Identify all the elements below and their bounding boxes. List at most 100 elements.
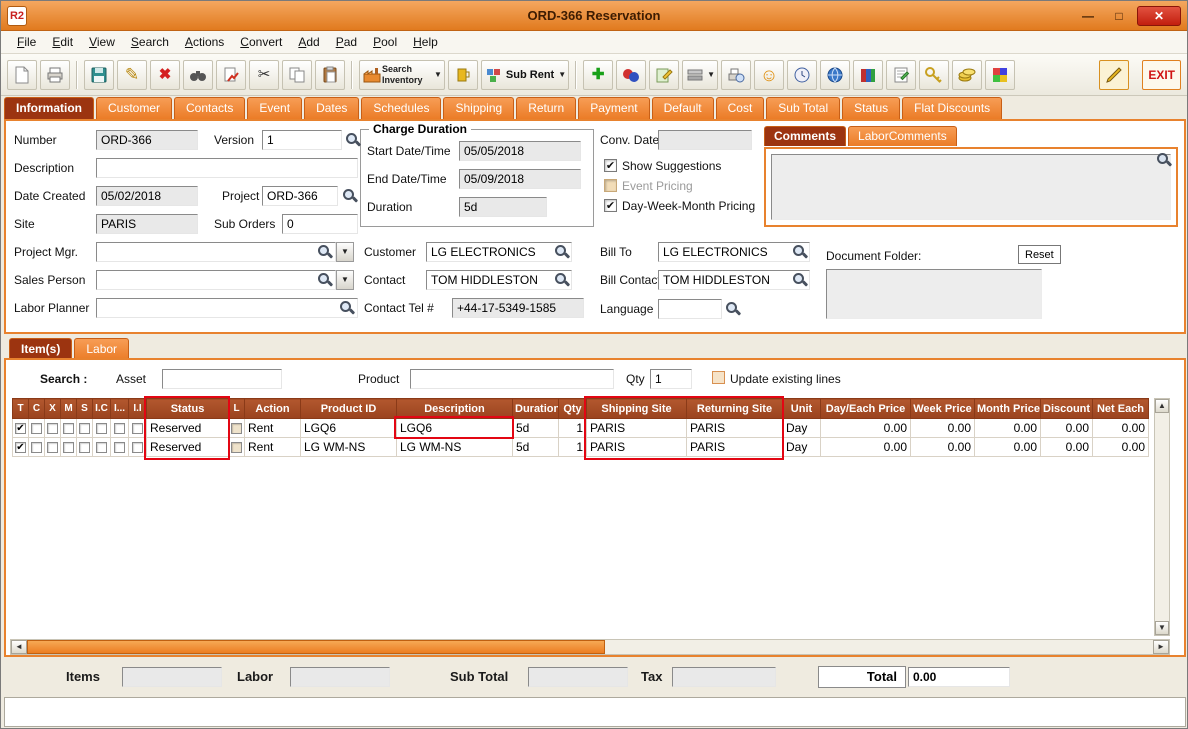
comments-textarea[interactable] xyxy=(771,154,1171,220)
scroll-up-button[interactable]: ▲ xyxy=(1155,399,1169,413)
row-checkbox[interactable] xyxy=(114,423,125,435)
version-search-icon[interactable] xyxy=(345,132,361,148)
menu-add[interactable]: Add xyxy=(290,32,327,52)
language-field[interactable] xyxy=(658,299,722,319)
tab-event[interactable]: Event xyxy=(247,97,303,119)
paste-button[interactable] xyxy=(315,59,345,90)
qty-cell[interactable]: 1 xyxy=(558,418,587,438)
menu-actions[interactable]: Actions xyxy=(177,32,232,52)
bill-contact-field[interactable]: TOM HIDDLESTON xyxy=(658,270,810,290)
row-select-checkbox[interactable]: ✔ xyxy=(15,423,26,435)
tab-comments[interactable]: Comments xyxy=(764,126,847,146)
tab-schedules[interactable]: Schedules xyxy=(361,97,442,119)
row-checkbox[interactable] xyxy=(132,423,143,435)
tab-labor-comments[interactable]: LaborComments xyxy=(848,126,957,146)
show-suggestions-checkbox[interactable]: ✔ xyxy=(604,159,617,172)
action-cell[interactable]: Rent xyxy=(244,418,301,438)
qty-cell[interactable]: 1 xyxy=(558,437,587,457)
description-cell[interactable]: LGQ6 xyxy=(396,418,513,438)
action-cell[interactable]: Rent xyxy=(244,437,301,457)
tab-items[interactable]: Item(s) xyxy=(9,338,73,360)
row-checkbox[interactable] xyxy=(79,423,90,435)
tab-status[interactable]: Status xyxy=(842,97,901,119)
language-search-icon[interactable] xyxy=(725,301,741,317)
tab-default[interactable]: Default xyxy=(651,97,714,119)
status-cell[interactable]: Reserved xyxy=(146,418,229,438)
status-cell[interactable]: Reserved xyxy=(146,437,229,457)
project-field[interactable]: ORD-366 xyxy=(262,186,338,206)
month-price-cell[interactable]: 0.00 xyxy=(974,437,1041,457)
row-select-checkbox[interactable]: ✔ xyxy=(15,442,26,454)
tab-sub-total[interactable]: Sub Total xyxy=(766,97,841,119)
product-input[interactable] xyxy=(410,369,614,389)
menu-pool[interactable]: Pool xyxy=(365,32,405,52)
menu-search[interactable]: Search xyxy=(123,32,177,52)
cut-button[interactable]: ✂ xyxy=(249,59,279,90)
customer-field[interactable]: LG ELECTRONICS xyxy=(426,242,572,262)
bill-to-search-icon[interactable] xyxy=(792,244,808,260)
unit-cell[interactable]: Day xyxy=(782,418,821,438)
row-checkbox[interactable] xyxy=(31,442,42,454)
description-cell[interactable]: LG WM-NS xyxy=(396,437,513,457)
sales-person-search-icon[interactable] xyxy=(317,272,333,288)
shipping-site-cell[interactable]: PARIS xyxy=(586,418,687,438)
unit-cell[interactable]: Day xyxy=(782,437,821,457)
horizontal-scroll-thumb[interactable] xyxy=(27,640,605,654)
save-button[interactable] xyxy=(84,59,114,90)
row-checkbox[interactable] xyxy=(47,442,58,454)
history-clock-button[interactable] xyxy=(787,59,818,90)
l-checkbox[interactable] xyxy=(231,423,242,435)
sales-person-field[interactable] xyxy=(96,270,336,290)
media-button[interactable]: ▼ xyxy=(682,59,719,90)
chevron-down-icon[interactable]: ▼ xyxy=(707,70,715,79)
table-row[interactable]: ✔ Reserved Rent LGQ6 LGQ6 5d 1 PARIS PAR… xyxy=(12,418,1149,438)
tab-flat-discounts[interactable]: Flat Discounts xyxy=(902,97,1003,119)
version-field[interactable]: 1 xyxy=(262,130,342,150)
memo-notepad-button[interactable] xyxy=(886,59,917,90)
bill-to-field[interactable]: LG ELECTRONICS xyxy=(658,242,810,262)
row-checkbox[interactable] xyxy=(114,442,125,454)
table-row[interactable]: ✔ Reserved Rent LG WM-NS LG WM-NS 5d 1 P… xyxy=(12,437,1149,457)
menu-edit[interactable]: Edit xyxy=(44,32,81,52)
menu-convert[interactable]: Convert xyxy=(232,32,290,52)
asset-input[interactable] xyxy=(162,369,282,389)
tab-payment[interactable]: Payment xyxy=(578,97,650,119)
menu-help[interactable]: Help xyxy=(405,32,446,52)
document-folder-area[interactable] xyxy=(826,269,1042,319)
week-price-cell[interactable]: 0.00 xyxy=(910,418,975,438)
qty-input[interactable]: 1 xyxy=(650,369,692,389)
day-each-price-cell[interactable]: 0.00 xyxy=(820,418,911,438)
net-each-cell[interactable]: 0.00 xyxy=(1092,437,1149,457)
labor-planner-search-icon[interactable] xyxy=(339,300,355,316)
add-line-button[interactable]: ✚ xyxy=(583,59,614,90)
highlight-pen-button[interactable] xyxy=(1099,59,1130,90)
product-id-cell[interactable]: LGQ6 xyxy=(300,418,397,438)
chevron-down-icon[interactable]: ▼ xyxy=(558,70,566,79)
reports-books-button[interactable] xyxy=(853,59,884,90)
cubes-button[interactable] xyxy=(985,59,1016,90)
search-inventory-button[interactable]: Search Inventory ▼ xyxy=(359,59,445,90)
returning-site-cell[interactable]: PARIS xyxy=(686,418,783,438)
description-field[interactable] xyxy=(96,158,358,178)
shipping-site-cell[interactable]: PARIS xyxy=(586,437,687,457)
web-globe-button[interactable] xyxy=(820,59,851,90)
product-id-cell[interactable]: LG WM-NS xyxy=(300,437,397,457)
tab-labor[interactable]: Labor xyxy=(74,338,130,360)
minimize-button[interactable]: — xyxy=(1075,6,1101,26)
sub-rent-button[interactable]: Sub Rent ▼ xyxy=(480,59,570,90)
scroll-left-button[interactable]: ◄ xyxy=(11,640,27,654)
project-mgr-search-icon[interactable] xyxy=(317,244,333,260)
menu-file[interactable]: File xyxy=(9,32,44,52)
labor-planner-field[interactable] xyxy=(96,298,358,318)
row-checkbox[interactable] xyxy=(63,423,74,435)
tab-contacts[interactable]: Contacts xyxy=(174,97,246,119)
horizontal-scrollbar[interactable]: ◄ ► xyxy=(10,639,1170,655)
maximize-button[interactable]: □ xyxy=(1106,6,1132,26)
project-mgr-dropdown-button[interactable]: ▼ xyxy=(336,242,354,262)
exit-button[interactable]: EXIT xyxy=(1142,59,1181,90)
row-checkbox[interactable] xyxy=(96,423,107,435)
find-binoculars-button[interactable] xyxy=(183,59,213,90)
l-checkbox[interactable] xyxy=(231,442,242,454)
contact-field[interactable]: TOM HIDDLESTON xyxy=(426,270,572,290)
customer-search-icon[interactable] xyxy=(554,244,570,260)
